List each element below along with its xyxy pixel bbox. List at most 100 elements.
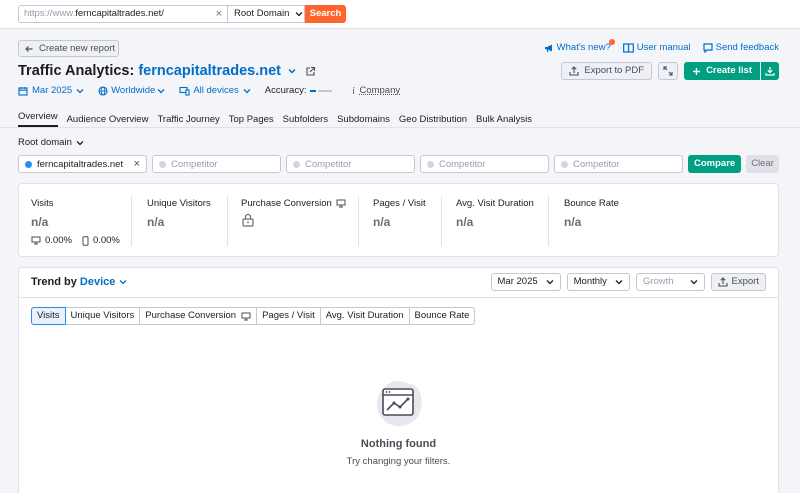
page-title: Traffic Analytics: ferncapitaltrades.net: [18, 63, 316, 79]
device-filter[interactable]: All devices: [179, 85, 251, 96]
tab-overview[interactable]: Overview: [18, 111, 58, 127]
page-title-domain[interactable]: ferncapitaltrades.net: [138, 63, 281, 79]
main-domain-input[interactable]: ferncapitaltrades.net ×: [18, 155, 147, 173]
competitor-dot: [561, 160, 568, 168]
metric-tab-purchase-conversion[interactable]: Purchase Conversion: [140, 307, 258, 325]
trend-date-label: Mar 2025: [497, 276, 538, 287]
competitor-dot: [427, 160, 434, 168]
divider: [358, 196, 359, 246]
chevron-down-icon: [295, 12, 303, 17]
tab-traffic-journey[interactable]: Traffic Journey: [157, 114, 219, 125]
create-list-button[interactable]: Create list: [684, 62, 760, 80]
chevron-down-icon: [76, 88, 84, 93]
download-icon: [765, 67, 775, 76]
date-filter[interactable]: Mar 2025: [18, 85, 84, 96]
trend-date-select[interactable]: Mar 2025: [490, 273, 561, 291]
root-domain-dropdown[interactable]: Root domain: [18, 137, 84, 148]
download-list-button[interactable]: [761, 62, 779, 80]
export-pdf-label: Export to PDF: [584, 65, 645, 76]
competitor-placeholder: Competitor: [171, 158, 218, 170]
metric-tab-bounce-rate[interactable]: Bounce Rate: [409, 307, 476, 325]
compare-button[interactable]: Compare: [688, 155, 742, 173]
competitor-placeholder: Competitor: [439, 158, 486, 170]
create-new-report-button[interactable]: Create new report: [18, 40, 119, 57]
trend-title: Trend by Device: [31, 276, 127, 288]
competitor-input-3[interactable]: Competitor: [420, 155, 549, 173]
report-filters: Mar 2025 Worldwide All devices Accuracy:…: [18, 85, 400, 96]
tab-subdomains[interactable]: Subdomains: [337, 114, 390, 125]
send-feedback-link[interactable]: Send feedback: [703, 42, 779, 53]
close-icon[interactable]: ×: [134, 158, 140, 170]
tabs-divider: [0, 127, 800, 128]
search-button[interactable]: Search: [305, 5, 346, 23]
metric-unique-visitors: Unique Visitors n/a: [147, 198, 211, 229]
trend-device-selector[interactable]: Device: [80, 276, 115, 288]
tab-subfolders[interactable]: Subfolders: [283, 114, 328, 125]
competitor-input-1[interactable]: Competitor: [152, 155, 281, 173]
company-label: Company: [359, 85, 401, 96]
url-prefix: https://www.: [24, 8, 76, 19]
metric-label: Purchase Conversion: [241, 198, 346, 209]
user-manual-link[interactable]: User manual: [622, 42, 691, 53]
send-feedback-label: Send feedback: [715, 42, 779, 53]
accuracy-indicator[interactable]: Accuracy:: [265, 85, 333, 96]
metric-label: Bounce Rate: [564, 198, 619, 209]
chevron-down-icon[interactable]: [119, 278, 127, 286]
desktop-icon: [31, 236, 41, 245]
empty-state-hint: Try changing your filters.: [346, 456, 451, 467]
whats-new-label: What's new?: [556, 42, 611, 53]
trend-growth-label: Growth: [642, 276, 674, 287]
calendar-icon: [18, 86, 28, 96]
whats-new-link[interactable]: What's new?: [544, 39, 615, 53]
trend-export-button[interactable]: Export: [710, 273, 766, 291]
metric-label: Avg. Visit Duration: [456, 198, 534, 209]
metric-tab-unique-visitors[interactable]: Unique Visitors: [65, 307, 141, 325]
metric-avg-duration: Avg. Visit Duration n/a: [456, 198, 534, 229]
clear-button[interactable]: Clear: [746, 155, 779, 173]
empty-state-title: Nothing found: [360, 438, 437, 450]
metric-tab-pages-visit[interactable]: Pages / Visit: [257, 307, 321, 325]
chevron-down-icon: [615, 280, 623, 285]
export-pdf-button[interactable]: Export to PDF: [561, 62, 653, 80]
metric-value: n/a: [456, 215, 474, 229]
competitor-placeholder: Competitor: [573, 158, 620, 170]
chevron-down-icon[interactable]: [287, 66, 297, 76]
report-tabs: Overview Audience Overview Traffic Journ…: [18, 111, 532, 127]
root-domain-label: Root Domain: [234, 8, 290, 19]
company-icon: ί: [352, 85, 355, 96]
competitor-input-4[interactable]: Competitor: [554, 155, 683, 173]
tab-geo-distribution[interactable]: Geo Distribution: [399, 114, 467, 125]
external-link-icon[interactable]: [305, 66, 316, 77]
metric-visits: Visits n/a 0.00% 0.00%: [31, 198, 120, 246]
location-filter[interactable]: Worldwide: [98, 85, 165, 96]
company-link[interactable]: ί Company: [352, 85, 400, 96]
trend-period-select[interactable]: Monthly: [566, 273, 630, 291]
fullscreen-button[interactable]: [658, 62, 679, 80]
domain-search-input[interactable]: https://www.ferncapitaltrades.net/ ×: [18, 5, 228, 23]
metric-tab-avg-duration[interactable]: Avg. Visit Duration: [320, 307, 410, 325]
competitor-dot: [293, 160, 300, 168]
competitor-input-2[interactable]: Competitor: [286, 155, 415, 173]
desktop-icon: [336, 199, 346, 208]
root-domain-select[interactable]: Root Domain: [228, 5, 305, 23]
create-list-label: Create list: [706, 65, 752, 76]
lock-icon[interactable]: [241, 213, 255, 227]
arrow-left-icon: [25, 45, 33, 52]
domain-color-dot: [25, 160, 32, 168]
export-icon: [569, 66, 579, 76]
metric-bounce-rate: Bounce Rate n/a: [564, 198, 619, 229]
metric-label: Visits: [31, 198, 54, 209]
metric-value: n/a: [147, 215, 165, 229]
divider: [441, 196, 442, 246]
chat-bubble-icon: [703, 42, 713, 53]
trend-period-label: Monthly: [573, 276, 607, 287]
metric-label-text: Purchase Conversion: [241, 198, 332, 209]
metric-value: n/a: [564, 215, 582, 229]
tab-bulk-analysis[interactable]: Bulk Analysis: [476, 114, 532, 125]
metric-tab-visits[interactable]: Visits: [31, 307, 66, 325]
accuracy-label: Accuracy:: [264, 85, 307, 96]
clear-icon[interactable]: ×: [216, 6, 222, 22]
tab-audience-overview[interactable]: Audience Overview: [67, 114, 149, 125]
trend-growth-select[interactable]: Growth: [635, 273, 705, 291]
tab-top-pages[interactable]: Top Pages: [229, 114, 274, 125]
